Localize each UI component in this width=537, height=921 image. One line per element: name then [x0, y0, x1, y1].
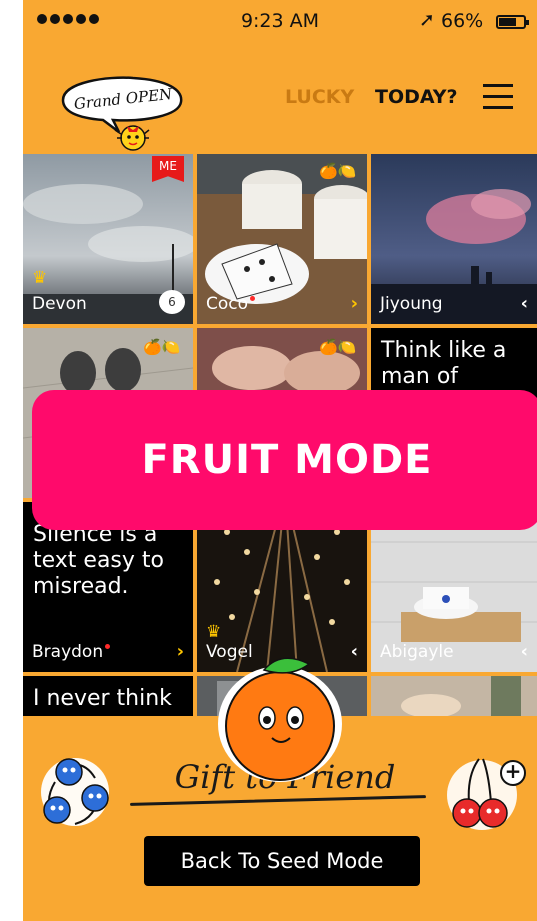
- fruit-icons: 🍊🍋: [143, 338, 181, 356]
- feed-tile-quote-2[interactable]: I never think: [23, 676, 193, 716]
- cherries-icon[interactable]: +: [439, 755, 529, 835]
- tile-username: Abigayle: [380, 642, 454, 662]
- chevron-right-icon[interactable]: ›: [177, 641, 184, 662]
- hamburger-menu-icon[interactable]: [483, 84, 513, 110]
- chevron-right-icon[interactable]: ›: [351, 293, 358, 314]
- tile-username: Coco: [206, 294, 256, 314]
- tile-username: Jiyoung: [380, 294, 443, 314]
- feed-tile-jiyoung[interactable]: Jiyoung ‹: [371, 154, 537, 324]
- tile-quote-text: I never think: [33, 686, 172, 711]
- add-icon[interactable]: +: [504, 759, 522, 783]
- new-dot-icon: [250, 296, 256, 301]
- tile-quote-text: Silence is a text easy to misread.: [33, 522, 164, 599]
- blueberries-icon[interactable]: [35, 748, 115, 838]
- grand-open-badge[interactable]: Grand OPEN: [53, 70, 188, 151]
- crown-icon: ♛: [32, 268, 48, 288]
- chevron-left-icon[interactable]: ‹: [521, 641, 528, 662]
- status-bar: 9:23 AM ➚ 66%: [23, 0, 537, 46]
- app-screen: 9:23 AM ➚ 66% Grand OPEN LUCKY TODAY? ME…: [23, 0, 537, 921]
- chevron-left-icon[interactable]: ‹: [521, 293, 528, 314]
- fruit-icons: 🍊🍋: [319, 162, 357, 180]
- new-dot-icon: [105, 644, 111, 649]
- tile-username: Devon: [32, 294, 87, 314]
- tile-username: Braydon: [32, 642, 111, 662]
- location-arrow-icon: ➚: [419, 9, 435, 31]
- crown-icon: ♛: [206, 622, 222, 642]
- chevron-left-icon[interactable]: ‹: [351, 641, 358, 662]
- feed-tile-coco[interactable]: 🍊🍋 Coco ›: [197, 154, 367, 324]
- battery-icon: [496, 15, 529, 29]
- feed-tile-devon[interactable]: ME ♛ Devon 6: [23, 154, 193, 324]
- fruit-icons: 🍊🍋: [319, 338, 357, 356]
- battery-percent: 66%: [441, 10, 484, 32]
- orange-mascot-icon[interactable]: [209, 652, 351, 782]
- mascot-icon: [114, 125, 150, 151]
- fruit-mode-banner: FRUIT MODE: [32, 390, 537, 530]
- nav-today-tab[interactable]: TODAY?: [375, 86, 458, 108]
- feed-tile-partial-2[interactable]: [371, 676, 537, 716]
- cafe-photo: [371, 676, 537, 716]
- back-to-seed-mode-button[interactable]: Back To Seed Mode: [144, 836, 420, 886]
- nav-lucky-tab[interactable]: LUCKY: [285, 86, 354, 108]
- comment-count-badge: 6: [159, 290, 185, 314]
